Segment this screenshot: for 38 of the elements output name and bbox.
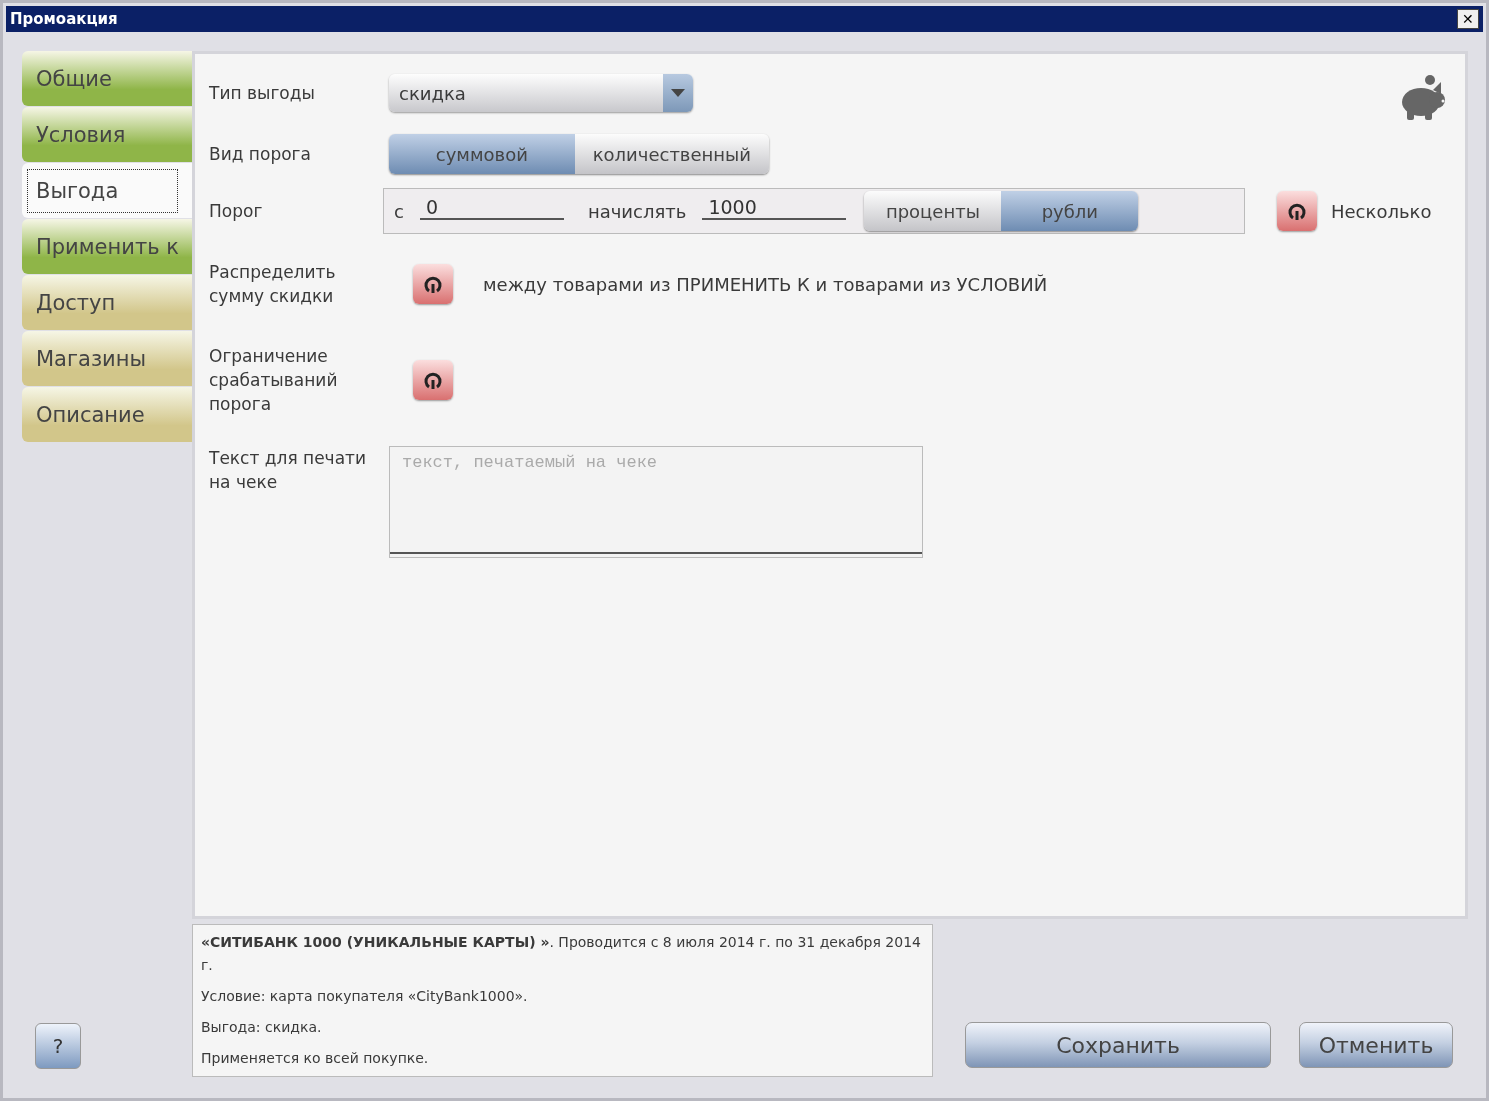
- receipt-text-field[interactable]: текст, печатаемый на чеке: [389, 446, 923, 558]
- field-label: Порог: [209, 200, 264, 223]
- sidebar-tab[interactable]: Описание: [22, 387, 192, 442]
- sidebar-tab[interactable]: Условия: [22, 107, 192, 162]
- accrue-label: начислять: [587, 200, 687, 222]
- summary-text: Применяется ко всей покупке.: [201, 1049, 430, 1068]
- sidebar-tab[interactable]: Доступ: [22, 275, 192, 330]
- field-label: Вид порога: [209, 143, 312, 166]
- summary-text: Выгода: скидка.: [201, 1018, 323, 1037]
- sidebar-tab[interactable]: Выгода: [22, 163, 192, 218]
- summary-text: «СИТИБАНК 1000 (УНИКАЛЬНЫЕ КАРТЫ) ». Проводится с 8 июля 2014 г. по 31 декабря 2014 г.: [201, 933, 922, 975]
- benefit-type-dropdown[interactable]: скидка: [389, 74, 693, 112]
- field-label: Ограничение срабатываний порога: [209, 345, 339, 416]
- sidebar-tab[interactable]: Применить к: [22, 219, 192, 274]
- from-input-field[interactable]: 0: [419, 196, 564, 220]
- from-label: с: [394, 200, 404, 222]
- summary-text: Условие: карта покупателя «CityBank1000».: [201, 987, 529, 1006]
- toggle-description: между товарами из ПРИМЕНИТЬ К и товарами из УСЛОВИЙ: [483, 273, 1048, 295]
- toggle-button[interactable]: [413, 264, 453, 304]
- segment-option[interactable]: количественный: [574, 134, 769, 174]
- toggle-button[interactable]: [413, 360, 453, 400]
- toggle-label: Несколько: [1331, 200, 1432, 222]
- toggle-button[interactable]: [1277, 191, 1317, 231]
- segment-option[interactable]: рубли: [1001, 191, 1139, 231]
- segment-option[interactable]: проценты: [864, 191, 1002, 231]
- field-label: Распределить сумму скидки: [209, 261, 337, 308]
- save-button[interactable]: Сохранить: [965, 1022, 1271, 1068]
- close-button[interactable]: ✕: [1457, 9, 1479, 29]
- field-label: Тип выгоды: [209, 82, 316, 105]
- accrue-input-field[interactable]: 1000: [702, 196, 847, 220]
- cancel-button[interactable]: Отменить: [1299, 1022, 1453, 1068]
- sidebar-tab[interactable]: Общие: [22, 51, 192, 106]
- segment-option[interactable]: суммовой: [389, 134, 575, 174]
- caret-icon: [671, 89, 685, 97]
- help-button[interactable]: ?: [35, 1023, 81, 1069]
- sidebar-tab[interactable]: Магазины: [22, 331, 192, 386]
- window-title: Промоакция: [10, 10, 118, 28]
- field-label: Текст для печати на чеке: [209, 447, 367, 494]
